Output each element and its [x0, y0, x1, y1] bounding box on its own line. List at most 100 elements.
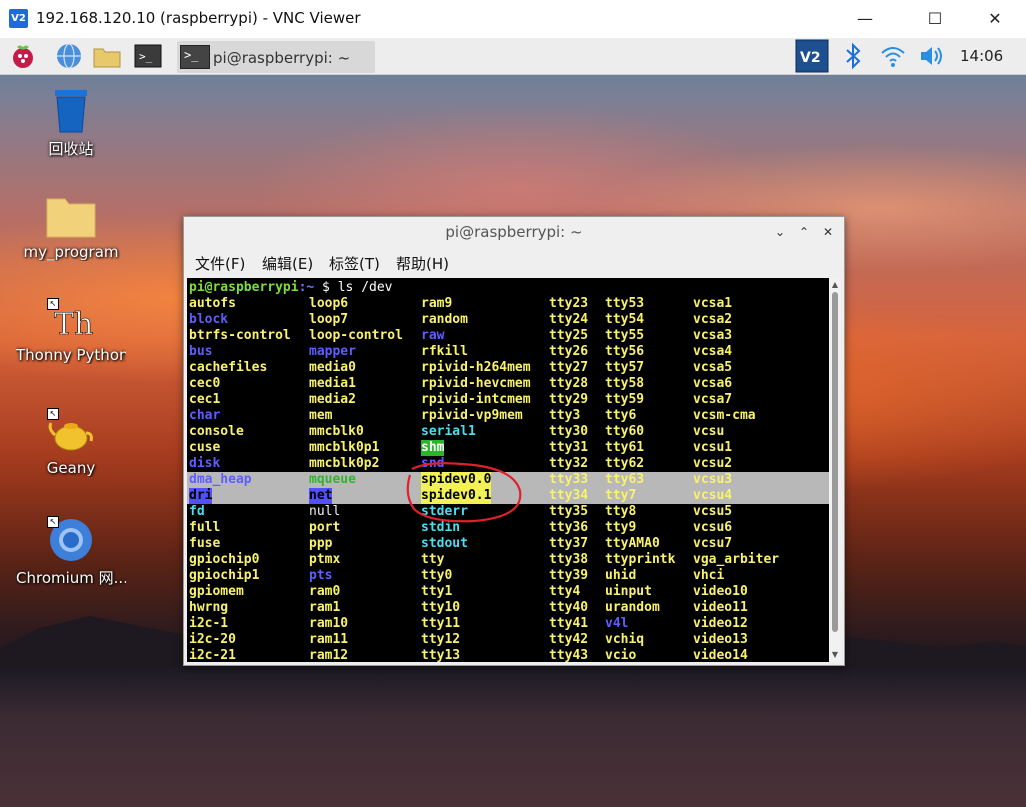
- dev-entry: vcsu6: [693, 520, 733, 535]
- dev-entry: vcsu4: [693, 488, 733, 503]
- dev-entry: disk: [189, 456, 221, 471]
- svg-text:Th: Th: [54, 307, 93, 342]
- terminal-title[interactable]: pi@raspberrypi: ~: [184, 217, 844, 247]
- dev-entry: ram1: [309, 600, 341, 615]
- dev-entry: tty26: [549, 344, 589, 359]
- svg-text:>_: >_: [139, 50, 153, 63]
- dev-entry: vcsu7: [693, 536, 733, 551]
- maximize-button[interactable]: ☐: [912, 0, 958, 38]
- dev-entry: vcsu5: [693, 504, 733, 519]
- dev-entry: tty35: [549, 504, 589, 519]
- geany-label: Geany: [46, 459, 96, 477]
- bluetooth-icon[interactable]: [838, 41, 868, 71]
- desktop-icon-chromium[interactable]: Chromium 网...: [16, 517, 126, 588]
- dev-entry: ptmx: [309, 552, 341, 567]
- dev-entry: mmcblk0p2: [309, 456, 380, 471]
- dev-entry: i2c-21: [189, 648, 236, 662]
- taskbar-terminal-task[interactable]: >_ pi@raspberrypi: ~: [177, 41, 375, 73]
- dev-entry: mapper: [309, 344, 356, 359]
- dev-entry: loop-control: [309, 328, 403, 343]
- wifi-icon[interactable]: [878, 41, 908, 71]
- desktop-icon-folder[interactable]: my_program: [16, 193, 126, 261]
- dev-entry: tty31: [549, 440, 589, 455]
- dev-entry: tty54: [605, 312, 645, 327]
- dev-entry: tty36: [549, 520, 589, 535]
- dev-entry: tty61: [605, 440, 645, 455]
- menu-file[interactable]: 文件(F): [195, 253, 245, 274]
- terminal-menubar: 文件(F) 编辑(E) 标签(T) 帮助(H): [184, 247, 844, 277]
- volume-icon[interactable]: [917, 41, 947, 71]
- dev-entry: tty34: [549, 488, 589, 503]
- scroll-up-icon[interactable]: ▲: [830, 280, 840, 289]
- selection-highlight-row: [187, 472, 829, 488]
- file-manager-icon[interactable]: [92, 41, 122, 71]
- dev-entry: urandom: [605, 600, 660, 615]
- dev-entry: fd: [189, 504, 205, 519]
- terminal-output[interactable]: pi@raspberrypi:~ $ ls /dev autofs block bt…: [187, 278, 829, 662]
- vnc-viewer-app: V2 192.168.120.10 (raspberrypi) - VNC Vi…: [0, 0, 1026, 807]
- dev-entry: bus: [189, 344, 213, 359]
- dev-entry: media2: [309, 392, 356, 407]
- terminal-menu-chevron-icon[interactable]: ⌄: [771, 223, 789, 241]
- dev-entry: ttyprintk: [605, 552, 676, 567]
- dev-entry: tty38: [549, 552, 589, 567]
- dev-entry: dri: [189, 488, 213, 504]
- dev-entry: full: [189, 520, 221, 535]
- thonny-label: Thonny Python...: [16, 346, 126, 364]
- vnc-logo-icon: V2: [9, 9, 28, 28]
- dev-entry: dma_heap: [189, 472, 252, 487]
- dev-entry: video13: [693, 632, 748, 647]
- dev-entry: console: [189, 424, 244, 439]
- desktop-icon-trash[interactable]: 回收站: [16, 88, 126, 159]
- terminal-maximize-chevron-icon[interactable]: ⌃: [795, 223, 813, 241]
- dev-entry: tty33: [549, 472, 589, 487]
- dev-entry: vcsa5: [693, 360, 733, 375]
- dev-entry: tty63: [605, 472, 645, 487]
- scroll-thumb[interactable]: [832, 292, 838, 632]
- desktop-icon-thonny[interactable]: Th Thonny Python...: [16, 302, 126, 364]
- terminal-icon[interactable]: >_: [133, 41, 163, 71]
- web-browser-icon[interactable]: [54, 41, 84, 71]
- dev-entry: ram9: [421, 296, 453, 311]
- dev-entry: null: [309, 504, 341, 519]
- dev-entry: vcsa4: [693, 344, 733, 359]
- dev-entry: cachefiles: [189, 360, 268, 375]
- dev-entry: vcsa7: [693, 392, 733, 407]
- vnc-title-bar[interactable]: V2 192.168.120.10 (raspberrypi) - VNC Vi…: [0, 0, 1026, 39]
- dev-entry: cec1: [189, 392, 221, 407]
- dev-entry: tty9: [605, 520, 637, 535]
- dev-entry: stderr: [421, 504, 468, 519]
- dev-entry: media0: [309, 360, 356, 375]
- dev-entry: rfkill: [421, 344, 468, 359]
- shortcut-arrow-icon: ↖: [47, 516, 59, 528]
- dev-entry: tty53: [605, 296, 645, 311]
- close-button[interactable]: ✕: [972, 0, 1018, 38]
- minimize-button[interactable]: —: [842, 0, 888, 38]
- dev-entry: vcsa3: [693, 328, 733, 343]
- terminal-window[interactable]: pi@raspberrypi: ~ ⌄ ⌃ ✕ 文件(F) 编辑(E) 标签(T…: [183, 216, 845, 666]
- shortcut-arrow-icon: ↖: [47, 408, 59, 420]
- dev-entry: net: [309, 488, 333, 504]
- dev-entry: serial1: [421, 424, 476, 439]
- raspberry-menu-icon[interactable]: [8, 41, 38, 71]
- menu-tabs[interactable]: 标签(T): [329, 253, 380, 274]
- dev-entry: video12: [693, 616, 748, 631]
- dev-entry: spidev0.1: [421, 488, 492, 504]
- menu-edit[interactable]: 编辑(E): [262, 253, 313, 274]
- terminal-scrollbar[interactable]: ▲ ▼: [829, 278, 841, 662]
- svg-text:V2: V2: [800, 50, 821, 66]
- terminal-close-icon[interactable]: ✕: [819, 223, 837, 241]
- dev-entry: v4l: [605, 616, 629, 631]
- dev-entry: tty: [421, 552, 445, 567]
- dev-entry: tty32: [549, 456, 589, 471]
- folder-label: my_program: [23, 243, 119, 261]
- vnc-server-icon[interactable]: V2: [795, 39, 829, 73]
- dev-entry: tty4: [549, 584, 581, 599]
- scroll-down-icon[interactable]: ▼: [830, 650, 840, 659]
- window-title: 192.168.120.10 (raspberrypi) - VNC Viewe…: [36, 9, 361, 27]
- dev-entry: video10: [693, 584, 748, 599]
- dev-entry: tty39: [549, 568, 589, 583]
- dev-entry: uhid: [605, 568, 637, 583]
- menu-help[interactable]: 帮助(H): [396, 253, 449, 274]
- desktop-icon-geany[interactable]: Geany: [16, 411, 126, 477]
